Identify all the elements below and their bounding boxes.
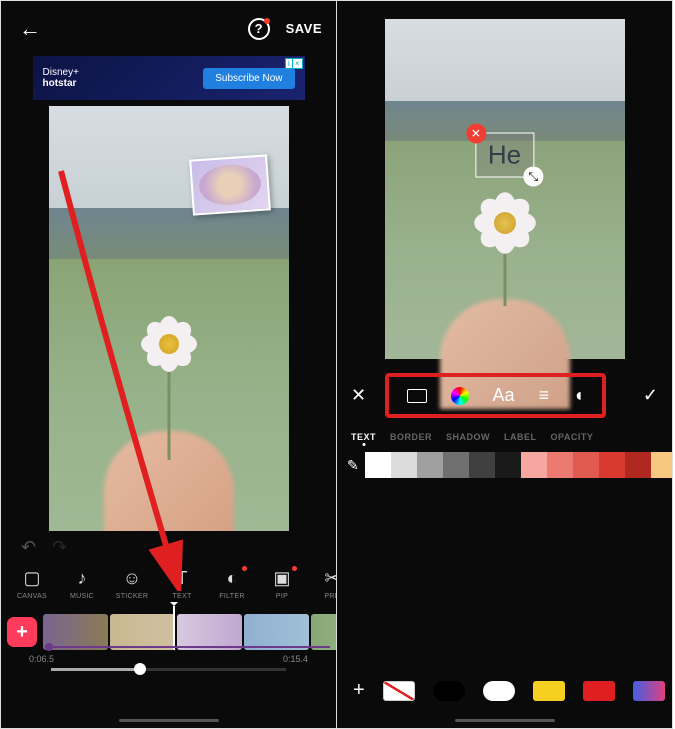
timeline-clip[interactable]: [311, 614, 337, 650]
label-shape-gradient-rect[interactable]: [633, 681, 665, 701]
playhead[interactable]: [173, 606, 175, 650]
time-readout: 0:06.5 0:15.4: [1, 654, 336, 666]
current-time: 0:06.5: [29, 654, 54, 664]
color-swatch[interactable]: [469, 452, 495, 478]
text-tool-group: Aa ≡ ◖: [385, 373, 606, 418]
text-subtabs: TEXT BORDER SHADOW LABEL OPACITY: [337, 432, 672, 452]
timeline-clip[interactable]: [177, 614, 242, 650]
label-shape-black-pill[interactable]: [433, 681, 465, 701]
color-swatch[interactable]: [547, 452, 573, 478]
help-icon[interactable]: ?: [248, 18, 270, 40]
confirm-icon[interactable]: ✓: [643, 385, 658, 406]
label-shape-red-parallelogram[interactable]: [583, 681, 615, 701]
tool-label: PRE: [324, 593, 336, 600]
subtab-shadow[interactable]: SHADOW: [446, 432, 490, 442]
timeline[interactable]: +: [1, 600, 336, 654]
tool-label: PIP: [276, 593, 288, 600]
notification-dot: [264, 18, 270, 24]
color-swatch[interactable]: [417, 452, 443, 478]
color-swatch[interactable]: [443, 452, 469, 478]
label-shape-yellow-rect[interactable]: [533, 681, 565, 701]
subtab-label[interactable]: LABEL: [504, 432, 537, 442]
eraser-icon[interactable]: ◖: [573, 385, 584, 406]
subtab-border[interactable]: BORDER: [390, 432, 432, 442]
tool-sticker[interactable]: ☺ STICKER: [107, 566, 157, 600]
eyedropper-icon[interactable]: ✎: [347, 452, 359, 478]
color-swatch[interactable]: [365, 452, 391, 478]
ad-banner[interactable]: Disney+ hotstar Subscribe Now i×: [33, 56, 305, 100]
text-edit-bar: ✕ Aa ≡ ◖ ✓: [337, 359, 672, 432]
color-swatch[interactable]: [573, 452, 599, 478]
tool-label: CANVAS: [17, 593, 47, 600]
close-icon[interactable]: ✕: [351, 385, 366, 406]
save-button[interactable]: SAVE: [286, 21, 322, 36]
notification-dot: [292, 566, 297, 571]
align-icon[interactable]: ≡: [539, 385, 550, 406]
audio-track[interactable]: [45, 646, 330, 648]
timeline-clip[interactable]: [110, 614, 175, 650]
ad-subscribe-button[interactable]: Subscribe Now: [203, 68, 294, 89]
tool-pip[interactable]: ▣ PIP: [257, 566, 307, 600]
tool-label: FILTER: [219, 593, 244, 600]
scrubber[interactable]: [51, 668, 286, 671]
sticker-icon: ☺: [123, 566, 141, 590]
total-time: 0:15.4: [283, 654, 308, 664]
label-shape-white-pill[interactable]: [483, 681, 515, 701]
tool-label: MUSIC: [70, 593, 94, 600]
color-swatch[interactable]: [625, 452, 651, 478]
tool-label: STICKER: [116, 593, 148, 600]
color-wheel-icon[interactable]: [451, 385, 469, 406]
pre-icon: ✂: [324, 566, 336, 590]
add-clip-button[interactable]: +: [7, 617, 37, 647]
font-icon[interactable]: Aa: [493, 385, 515, 406]
tool-pre[interactable]: ✂ PRE: [307, 566, 336, 600]
subtab-text[interactable]: TEXT: [351, 432, 376, 442]
top-bar: ← ? SAVE: [1, 1, 336, 56]
color-swatch[interactable]: [521, 452, 547, 478]
nav-indicator: [455, 719, 555, 722]
label-shape-row: +: [337, 679, 672, 702]
text-overlay-box[interactable]: He ✕ ⤡: [475, 133, 534, 178]
delete-text-handle[interactable]: ✕: [466, 124, 486, 144]
color-swatch[interactable]: [599, 452, 625, 478]
text-icon: T: [177, 566, 188, 590]
keyboard-icon[interactable]: [407, 385, 427, 406]
label-shape-none[interactable]: [383, 681, 415, 701]
tool-music[interactable]: ♪ MUSIC: [57, 566, 107, 600]
timeline-clip[interactable]: [43, 614, 108, 650]
music-icon: ♪: [78, 566, 87, 590]
undo-icon[interactable]: ↶: [21, 537, 36, 558]
text-overlay-value: He: [488, 140, 521, 170]
back-arrow-icon[interactable]: ←: [19, 16, 41, 42]
video-preview[interactable]: [49, 106, 289, 531]
tool-text[interactable]: T TEXT: [157, 566, 207, 600]
add-shape-icon[interactable]: +: [353, 679, 365, 702]
color-swatch[interactable]: [391, 452, 417, 478]
filter-icon: ◐: [227, 566, 238, 590]
canvas-icon: ▢: [23, 566, 40, 590]
ad-logo: Disney+ hotstar: [43, 67, 79, 89]
tool-bar: ▢ CANVAS ♪ MUSIC ☺ STICKER T TEXT ◐ FILTER ▣ PIP ✂ PR…: [1, 564, 336, 600]
ad-controls[interactable]: i×: [285, 58, 302, 69]
subtab-opacity[interactable]: OPACITY: [551, 432, 594, 442]
history-controls: ↶ ↷: [1, 531, 336, 564]
redo-icon[interactable]: ↷: [52, 537, 67, 558]
color-swatch[interactable]: [651, 452, 673, 478]
video-preview[interactable]: He ✕ ⤡: [385, 19, 625, 359]
flower-subject: [140, 315, 198, 373]
scrubber-knob[interactable]: [134, 663, 146, 675]
tool-canvas[interactable]: ▢ CANVAS: [7, 566, 57, 600]
tool-filter[interactable]: ◐ FILTER: [207, 566, 257, 600]
text-edit-screen: He ✕ ⤡ ✕ Aa ≡ ◖ ✓ TEXT BORDER SHADOW LABEL OPA…: [336, 0, 673, 729]
color-swatch-row: ✎: [337, 452, 672, 480]
editor-main-screen: ← ? SAVE Disney+ hotstar Subscribe Now i…: [0, 0, 337, 729]
tool-label: TEXT: [172, 593, 191, 600]
pip-icon: ▣: [273, 566, 290, 590]
color-swatch[interactable]: [495, 452, 521, 478]
nav-indicator: [119, 719, 219, 722]
sticker-overlay[interactable]: [189, 154, 271, 215]
timeline-clip[interactable]: [244, 614, 309, 650]
notification-dot: [242, 566, 247, 571]
